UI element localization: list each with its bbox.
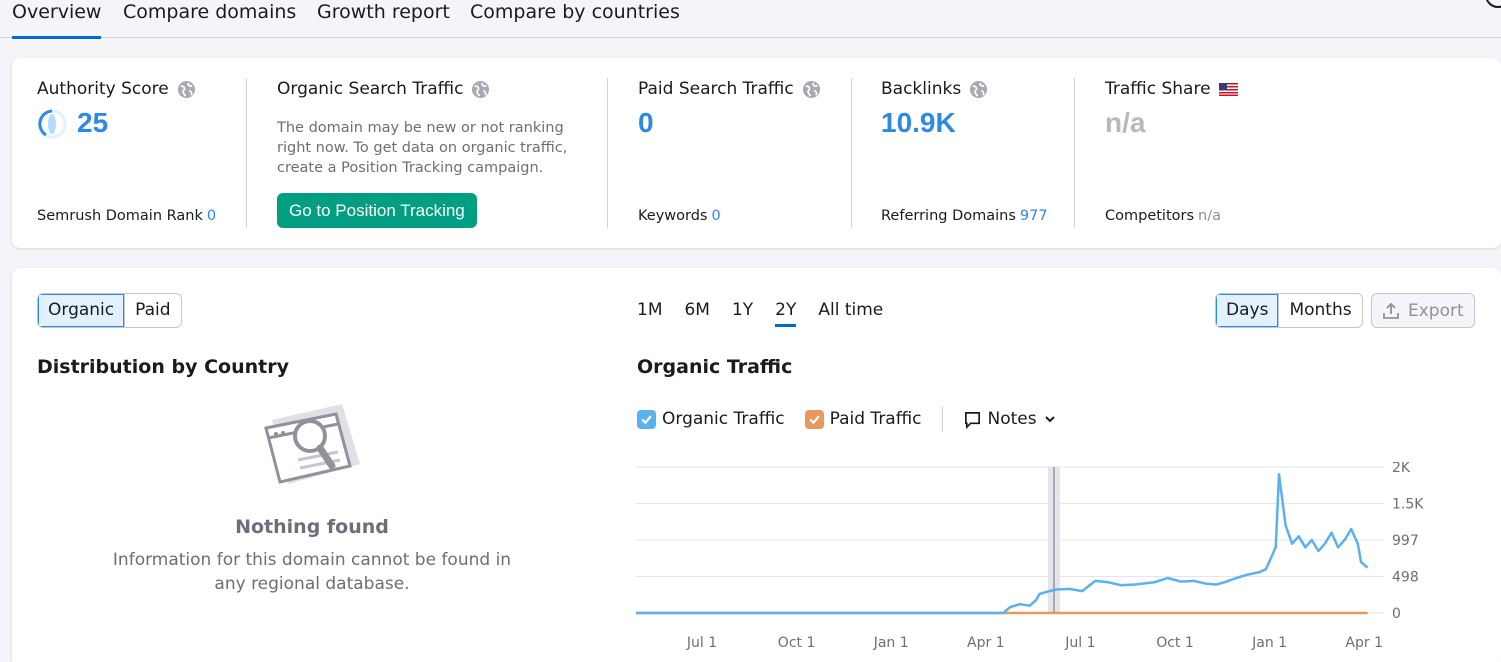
globe-icon[interactable] (471, 80, 490, 99)
notes-dropdown[interactable]: Notes (963, 409, 1057, 429)
toggle-organic[interactable]: Organic (38, 294, 125, 327)
export-label: Export (1408, 300, 1464, 321)
backlinks-label: Backlinks (881, 79, 988, 99)
x-tick-label: Jan 1 (1251, 635, 1287, 651)
competitors-label: Competitors (1105, 208, 1195, 224)
paid-keywords: Keywords 0 (638, 208, 721, 224)
x-tick-label: Jul 1 (1064, 635, 1095, 651)
tab-growth-report[interactable]: Growth report (317, 0, 450, 38)
range-2y[interactable]: 2Y (775, 298, 797, 332)
domain-rank-label: Semrush Domain Rank (37, 208, 203, 224)
referring-domains-value[interactable]: 977 (1020, 208, 1048, 224)
competitors: Competitors n/a (1105, 208, 1221, 224)
y-tick-label: 2K (1392, 462, 1411, 476)
competitors-value: n/a (1198, 208, 1222, 224)
us-flag-icon (1218, 82, 1238, 96)
x-tick-label: Jul 1 (686, 635, 717, 651)
range-all-time[interactable]: All time (818, 298, 883, 332)
paid-traffic-value[interactable]: 0 (638, 107, 654, 139)
organic-traffic-checkbox[interactable] (637, 409, 656, 429)
y-tick-label: 997 (1392, 533, 1419, 549)
organic-traffic-description: The domain may be new or not ranking rig… (277, 120, 568, 176)
referring-domains-label: Referring Domains (881, 208, 1016, 224)
empty-state-title: Nothing found (235, 516, 389, 538)
y-tick-label: 498 (1392, 570, 1419, 586)
paid-traffic-checkbox[interactable] (804, 409, 824, 429)
domain-rank-value[interactable]: 0 (207, 208, 216, 224)
magnifier-illustration-icon (264, 404, 360, 484)
legend-paid-label[interactable]: Paid Traffic (830, 409, 922, 429)
authority-gauge-icon (37, 109, 67, 139)
x-tick-label: Jan 1 (873, 635, 909, 651)
check-icon (809, 415, 820, 424)
globe-icon[interactable] (177, 80, 196, 99)
divider (851, 78, 852, 228)
paid-traffic-label-text: Paid Search Traffic (638, 79, 794, 99)
globe-icon[interactable] (802, 80, 821, 99)
organic-traffic-label: Organic Search Traffic (277, 79, 490, 99)
authority-score-value[interactable]: 25 (77, 107, 108, 139)
x-tick-label: Apr 1 (967, 635, 1005, 651)
paid-keywords-value[interactable]: 0 (711, 208, 720, 224)
tab-compare-by-countries[interactable]: Compare by countries (470, 0, 680, 38)
granularity-toggle: Days Months (1215, 293, 1363, 328)
x-tick-label: Oct 1 (1156, 635, 1194, 651)
summary-card: Authority Score 25 Semrush Domain Rank 0 … (12, 58, 1501, 248)
user-avatar[interactable] (1485, 0, 1501, 8)
range-6m[interactable]: 6M (684, 298, 709, 332)
organic-traffic-chart[interactable]: 2K 1.5K 997 498 0 Jul 1 Oct 1 Jan 1 Apr 1 Jul 1 O… (636, 462, 1436, 662)
paid-keywords-label: Keywords (638, 208, 708, 224)
y-tick-label: 0 (1392, 606, 1401, 622)
distribution-title: Distribution by Country (37, 356, 289, 378)
tab-compare-domains[interactable]: Compare domains (123, 0, 296, 38)
range-1m[interactable]: 1M (637, 298, 662, 332)
source-toggle: Organic Paid (37, 293, 182, 328)
traffic-share-label: Traffic Share (1105, 79, 1238, 99)
globe-icon[interactable] (969, 80, 988, 99)
backlinks-label-text: Backlinks (881, 79, 962, 99)
referring-domains: Referring Domains 977 (881, 208, 1048, 224)
traffic-share-label-text: Traffic Share (1105, 79, 1211, 99)
y-tick-label: 1.5K (1392, 497, 1424, 513)
organic-traffic-series-line[interactable] (636, 473, 1369, 615)
toggle-paid[interactable]: Paid (124, 294, 180, 327)
comment-icon (964, 411, 980, 429)
range-1y[interactable]: 1Y (732, 298, 753, 332)
tab-overview[interactable]: Overview (12, 0, 102, 39)
domain-rank: Semrush Domain Rank 0 (37, 208, 216, 224)
date-range-selector: 1M 6M 1Y 2Y All time (637, 298, 883, 332)
empty-state-text: Information for this domain cannot be fo… (112, 550, 512, 594)
authority-score-label-text: Authority Score (37, 79, 169, 99)
position-tracking-button[interactable]: Go to Position Tracking (277, 193, 477, 228)
legend-divider (941, 406, 943, 432)
upload-icon (1383, 302, 1399, 319)
traffic-share-value: n/a (1105, 107, 1146, 138)
organic-traffic-title: Organic Traffic (637, 356, 793, 378)
x-tick-label: Oct 1 (778, 635, 816, 651)
chevron-down-icon (1044, 416, 1055, 423)
toggle-days[interactable]: Days (1216, 294, 1279, 327)
backlinks-value[interactable]: 10.9K (881, 107, 956, 139)
report-tabs: Overview Compare domains Growth report C… (0, 0, 1501, 39)
notes-label: Notes (987, 409, 1037, 429)
toggle-months[interactable]: Months (1278, 294, 1361, 327)
divider (607, 78, 608, 228)
divider (246, 78, 247, 228)
check-icon (641, 415, 652, 424)
organic-traffic-label-text: Organic Search Traffic (277, 79, 464, 99)
legend-organic-label[interactable]: Organic Traffic (662, 409, 785, 429)
export-button[interactable]: Export (1371, 293, 1475, 328)
divider (1074, 78, 1075, 228)
chart-legend: Organic Traffic Paid Traffic Notes (637, 406, 1057, 432)
authority-score-label: Authority Score (37, 79, 196, 99)
x-tick-label: Apr 1 (1345, 635, 1383, 651)
paid-traffic-label: Paid Search Traffic (638, 79, 821, 99)
